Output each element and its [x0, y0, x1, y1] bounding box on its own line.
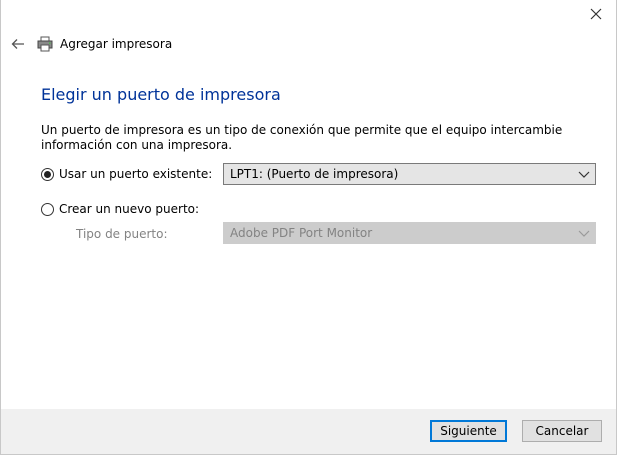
port-type-label: Tipo de puerto: — [76, 227, 168, 241]
navigation-bar: Agregar impresora — [9, 32, 172, 56]
close-icon — [590, 8, 602, 20]
close-button[interactable] — [584, 2, 608, 26]
use-existing-port-option[interactable]: Usar un puerto existente: — [41, 164, 212, 184]
description-text: Un puerto de impresora es un tipo de con… — [41, 123, 563, 152]
add-printer-dialog: Agregar impresora Elegir un puerto de im… — [0, 0, 617, 455]
chevron-down-icon — [578, 171, 590, 178]
existing-port-select[interactable]: LPT1: (Puerto de impresora) — [223, 163, 596, 185]
use-existing-port-label: Usar un puerto existente: — [59, 167, 213, 181]
printer-icon — [37, 36, 53, 52]
create-new-port-label: Crear un nuevo puerto: — [59, 202, 200, 216]
port-type-select[interactable]: Adobe PDF Port Monitor — [223, 222, 596, 244]
dialog-footer: Siguiente Cancelar — [1, 409, 616, 454]
page-heading: Elegir un puerto de impresora — [41, 85, 281, 104]
create-new-port-option[interactable]: Crear un nuevo puerto: — [41, 199, 199, 219]
next-button[interactable]: Siguiente — [430, 420, 507, 442]
chevron-down-icon — [578, 230, 590, 237]
window-title: Agregar impresora — [60, 37, 173, 51]
back-button[interactable] — [9, 35, 27, 53]
port-type-value: Adobe PDF Port Monitor — [230, 226, 373, 240]
create-new-port-radio[interactable] — [41, 202, 54, 216]
arrow-left-icon — [11, 39, 24, 49]
use-existing-port-radio[interactable] — [41, 167, 54, 181]
cancel-button[interactable]: Cancelar — [522, 420, 602, 442]
existing-port-value: LPT1: (Puerto de impresora) — [230, 167, 399, 181]
